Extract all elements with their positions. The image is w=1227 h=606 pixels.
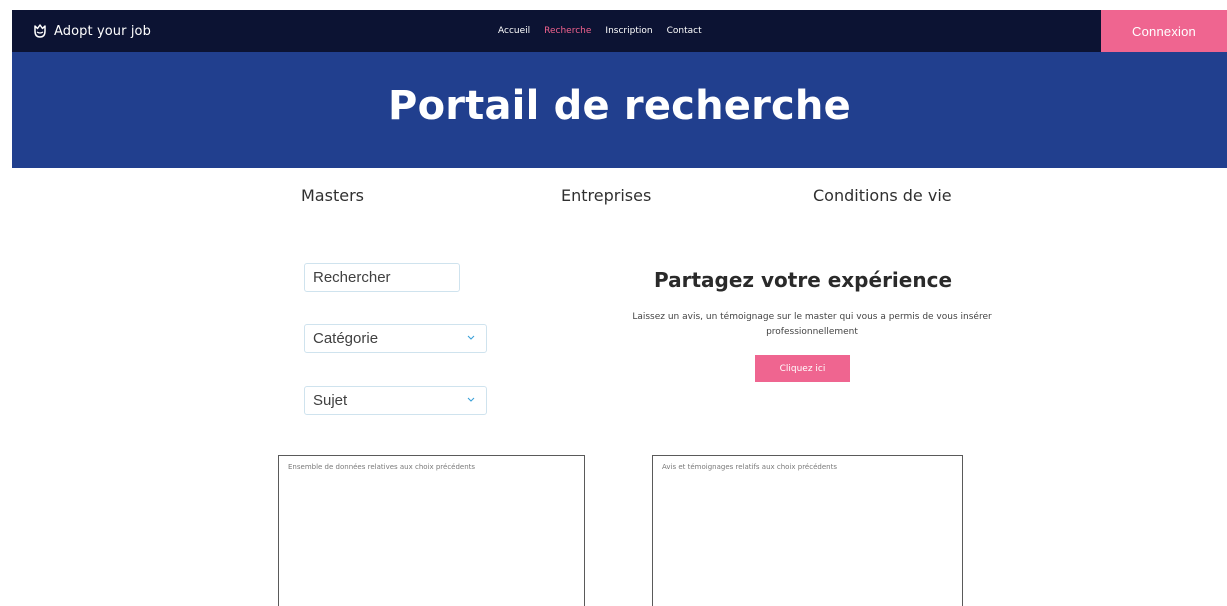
data-panel-label: Ensemble de données relatives aux choix …	[288, 463, 476, 471]
nav-recherche[interactable]: Recherche	[544, 26, 591, 36]
main-nav: Accueil Recherche Inscription Contact	[498, 10, 716, 52]
search-placeholder: Rechercher	[313, 269, 391, 286]
tab-entreprises[interactable]: Entreprises	[561, 186, 651, 205]
search-input[interactable]: Rechercher	[304, 263, 460, 292]
nav-contact[interactable]: Contact	[667, 26, 702, 36]
category-select[interactable]: Catégorie	[304, 324, 487, 353]
share-button[interactable]: Cliquez ici	[755, 355, 850, 382]
tulip-icon	[34, 24, 46, 38]
chevron-down-icon	[467, 397, 475, 402]
page-title: Portail de recherche	[388, 83, 851, 129]
share-description: Laissez un avis, un témoignage sur le ma…	[632, 312, 992, 337]
tab-conditions-de-vie[interactable]: Conditions de vie	[813, 186, 952, 205]
subject-value: Sujet	[313, 392, 348, 409]
share-title: Partagez votre expérience	[653, 268, 953, 292]
data-panel[interactable]: Ensemble de données relatives aux choix …	[278, 455, 585, 606]
top-navbar: Adopt your job Accueil Recherche Inscrip…	[12, 10, 1227, 52]
subject-select[interactable]: Sujet	[304, 386, 487, 415]
reviews-panel-label: Avis et témoignages relatifs aux choix p…	[662, 463, 837, 471]
nav-inscription[interactable]: Inscription	[605, 26, 652, 36]
page: Adopt your job Accueil Recherche Inscrip…	[0, 0, 1227, 606]
reviews-panel[interactable]: Avis et témoignages relatifs aux choix p…	[652, 455, 963, 606]
tab-masters[interactable]: Masters	[301, 186, 364, 205]
chevron-down-icon	[467, 335, 475, 340]
hero-banner: Portail de recherche	[12, 52, 1227, 168]
category-value: Catégorie	[313, 330, 379, 347]
brand-logo[interactable]: Adopt your job	[32, 10, 151, 52]
nav-accueil[interactable]: Accueil	[498, 26, 530, 36]
brand-name: Adopt your job	[54, 23, 151, 39]
login-button[interactable]: Connexion	[1101, 10, 1227, 52]
